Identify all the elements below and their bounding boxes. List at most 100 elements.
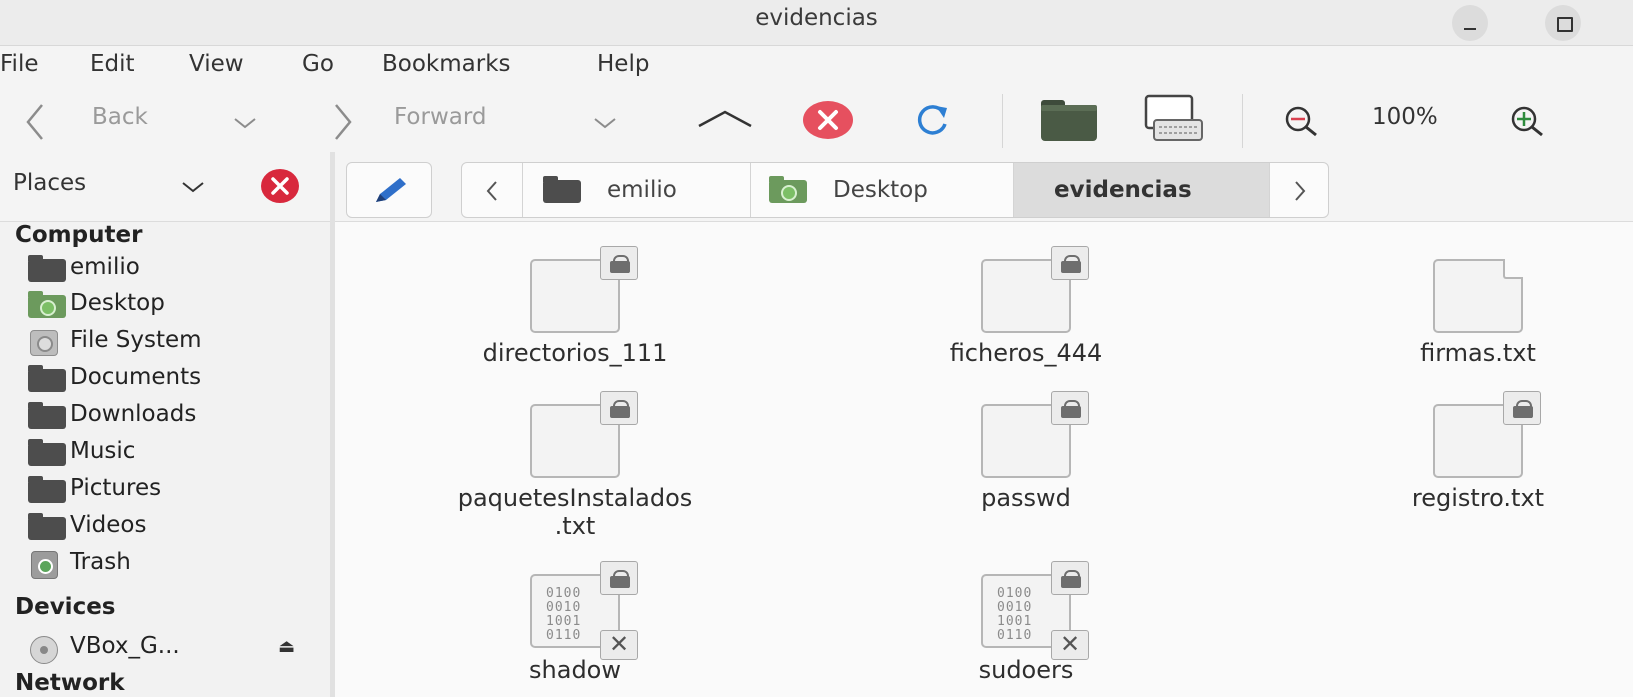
file-item[interactable]: ficheros_444 [861,237,1191,387]
folder-icon [28,365,66,392]
forward-label: Forward [394,104,487,130]
edit-location-button[interactable] [346,162,432,218]
folder-icon [28,439,66,466]
chevron-down-icon[interactable] [180,180,206,194]
chevron-down-icon[interactable] [592,116,618,130]
breadcrumb-label: Desktop [833,177,928,203]
sidebar-item-downloads[interactable]: Downloads [26,400,316,434]
binary-glyph-line: 0010 [997,600,1033,615]
text-file-icon [1433,259,1523,333]
eject-icon[interactable]: ⏏ [278,636,295,657]
stop-icon[interactable] [802,100,854,140]
file-view: directorios_111 ficheros_444 firmas.txt … [335,222,1633,697]
lock-icon [1503,391,1541,425]
minimize-button[interactable] [1452,5,1488,41]
sidebar-item-emilio[interactable]: emilio [26,253,316,287]
zoom-in-icon[interactable] [1508,104,1546,138]
file-name: shadow [529,656,621,684]
sidebar-item-label: Trash [70,549,131,575]
folder-icon [28,402,66,429]
chevron-down-icon[interactable] [232,116,258,130]
lock-icon [1051,391,1089,425]
binary-glyph-line: 1001 [546,614,582,629]
toolbar: Back Forward 100% [0,90,1633,152]
breadcrumb-evidencias[interactable]: evidencias [1014,163,1270,217]
lock-icon [600,391,638,425]
sidebar-item-label: Downloads [70,401,197,427]
file-item[interactable]: registro.txt [1313,382,1633,532]
home-folder-icon [543,176,581,203]
file-name-line: .txt [554,512,596,540]
menu-view[interactable]: View [189,51,244,77]
close-sidebar-icon[interactable] [260,168,300,204]
file-name: passwd [981,484,1071,512]
sidebar-item-pictures[interactable]: Pictures [26,474,316,508]
forward-button[interactable]: Forward [322,94,632,148]
menu-bookmarks[interactable]: Bookmarks [382,51,511,77]
chevron-right-icon [335,104,352,140]
file-name: registro.txt [1411,484,1545,512]
file-item[interactable]: directorios_111 [410,237,740,387]
desktop-folder-icon [769,176,807,203]
sidebar-item-label: Videos [70,512,147,538]
sidebar-item-label: File System [70,327,202,353]
folder-icon [28,476,66,503]
reload-icon[interactable] [912,102,952,138]
sidebar-item-label: VBox_G... [70,633,180,659]
file-item[interactable]: 0100 0010 1001 0110 ✕ shadow [410,552,740,697]
file-item[interactable]: firmas.txt [1313,237,1633,387]
file-name: ficheros_444 [949,339,1103,367]
sidebar-item-vbox[interactable]: VBox_G... ⏏ [26,632,316,666]
sidebar-section-computer: Computer [15,222,143,248]
up-arrow-icon[interactable] [696,106,754,132]
back-button[interactable]: Back [14,94,284,148]
sidebar-item-music[interactable]: Music [26,437,316,471]
breadcrumb-label: evidencias [1054,177,1192,203]
file-name: paquetesInstalados .txt [410,484,740,540]
maximize-button[interactable] [1545,5,1581,41]
back-label: Back [92,104,148,130]
trash-icon [31,551,58,579]
sidebar-item-label: Desktop [70,290,165,316]
binary-glyph-line: 1001 [997,614,1033,629]
file-name: firmas.txt [1420,339,1536,367]
file-name: sudoers [978,656,1074,684]
menu-edit[interactable]: Edit [90,51,135,77]
sidebar-item-label: Documents [70,364,202,390]
location-bar: Places emilio Desktop evidencias [0,152,1633,222]
toolbar-separator [1242,94,1243,148]
home-folder-icon[interactable] [1040,96,1098,142]
binary-glyph-line: 0010 [546,600,582,615]
lock-icon [600,246,638,280]
breadcrumb-emilio[interactable]: emilio [523,163,751,217]
sidebar-item-desktop[interactable]: Desktop [26,289,316,323]
sidebar-item-documents[interactable]: Documents [26,363,316,397]
sidebar-item-file-system[interactable]: File System [26,326,316,360]
window-title: evidencias [755,5,878,31]
menu-bar: File Edit View Go Bookmarks Help [0,46,1633,90]
file-item[interactable]: paquetesInstalados .txt [410,382,740,542]
menu-go[interactable]: Go [302,51,334,77]
menu-file[interactable]: File [0,51,39,77]
breadcrumb: emilio Desktop evidencias [461,162,1329,218]
computer-icon[interactable] [1144,94,1204,144]
lock-icon [600,561,638,595]
menu-help[interactable]: Help [597,51,649,77]
sidebar-item-videos[interactable]: Videos [26,511,316,545]
sidebar-item-label: Pictures [70,475,162,501]
sidebar-item-trash[interactable]: Trash [26,548,316,582]
folder-icon [28,255,66,282]
optical-disc-icon [30,636,58,664]
title-bar: evidencias [0,0,1633,46]
breadcrumb-desktop[interactable]: Desktop [751,163,1014,217]
breadcrumb-scroll-right[interactable] [1270,163,1328,217]
toolbar-separator [1002,94,1003,148]
zoom-out-icon[interactable] [1282,104,1320,138]
breadcrumb-scroll-left[interactable] [462,163,523,217]
file-item[interactable]: 0100 0010 1001 0110 ✕ sudoers [861,552,1191,697]
places-label[interactable]: Places [13,170,86,196]
file-item[interactable]: passwd [861,382,1191,532]
zoom-level[interactable]: 100% [1372,104,1438,130]
lock-icon [1051,246,1089,280]
sidebar-item-label: Music [70,438,136,464]
